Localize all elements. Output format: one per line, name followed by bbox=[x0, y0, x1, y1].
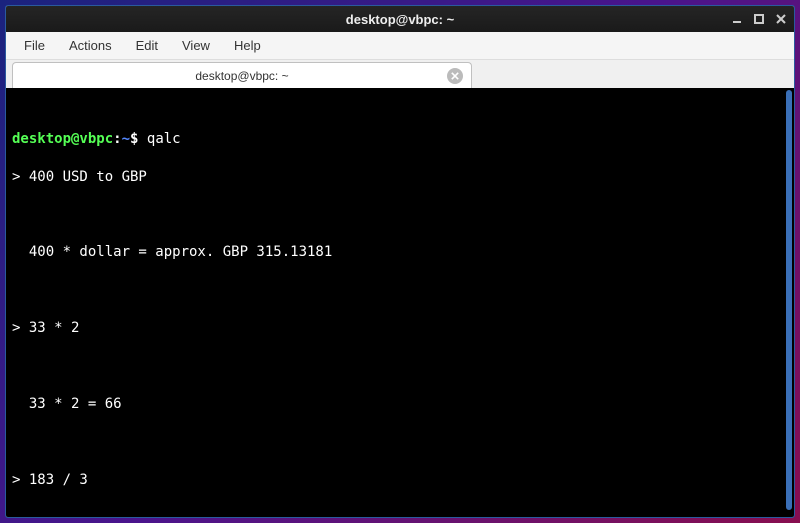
output-line bbox=[12, 433, 788, 452]
menu-view[interactable]: View bbox=[172, 34, 220, 57]
output-line: 33 * 2 = 66 bbox=[12, 395, 788, 414]
maximize-button[interactable] bbox=[752, 12, 766, 26]
close-button[interactable] bbox=[774, 12, 788, 26]
menubar: File Actions Edit View Help bbox=[6, 32, 794, 60]
window-controls bbox=[730, 6, 788, 32]
prompt-dollar: $ bbox=[130, 131, 147, 147]
tab-label: desktop@vbpc: ~ bbox=[195, 69, 288, 83]
output-line: 400 * dollar = approx. GBP 315.13181 bbox=[12, 243, 788, 262]
tab-terminal[interactable]: desktop@vbpc: ~ bbox=[12, 62, 472, 88]
window-title: desktop@vbpc: ~ bbox=[346, 12, 454, 27]
menu-edit[interactable]: Edit bbox=[126, 34, 168, 57]
scrollbar-thumb[interactable] bbox=[786, 90, 792, 510]
terminal-output[interactable]: desktop@vbpc:~$ qalc > 400 USD to GBP 40… bbox=[6, 88, 794, 517]
menu-help[interactable]: Help bbox=[224, 34, 271, 57]
output-line: > 33 * 2 bbox=[12, 319, 788, 338]
terminal-window: desktop@vbpc: ~ File Actions Edit View H… bbox=[5, 5, 795, 518]
titlebar[interactable]: desktop@vbpc: ~ bbox=[6, 6, 794, 32]
output-line: > 183 / 3 bbox=[12, 471, 788, 490]
output-line bbox=[12, 357, 788, 376]
menu-file[interactable]: File bbox=[14, 34, 55, 57]
output-line bbox=[12, 509, 788, 517]
output-line: > 400 USD to GBP bbox=[12, 168, 788, 187]
prompt-command: qalc bbox=[147, 131, 181, 147]
minimize-button[interactable] bbox=[730, 12, 744, 26]
tab-close-icon[interactable] bbox=[447, 68, 463, 84]
prompt-path: ~ bbox=[122, 131, 130, 147]
prompt-colon: : bbox=[113, 131, 121, 147]
tab-bar: desktop@vbpc: ~ bbox=[6, 60, 794, 88]
output-line bbox=[12, 281, 788, 300]
menu-actions[interactable]: Actions bbox=[59, 34, 122, 57]
prompt-user: desktop@vbpc bbox=[12, 131, 113, 147]
output-line bbox=[12, 206, 788, 225]
